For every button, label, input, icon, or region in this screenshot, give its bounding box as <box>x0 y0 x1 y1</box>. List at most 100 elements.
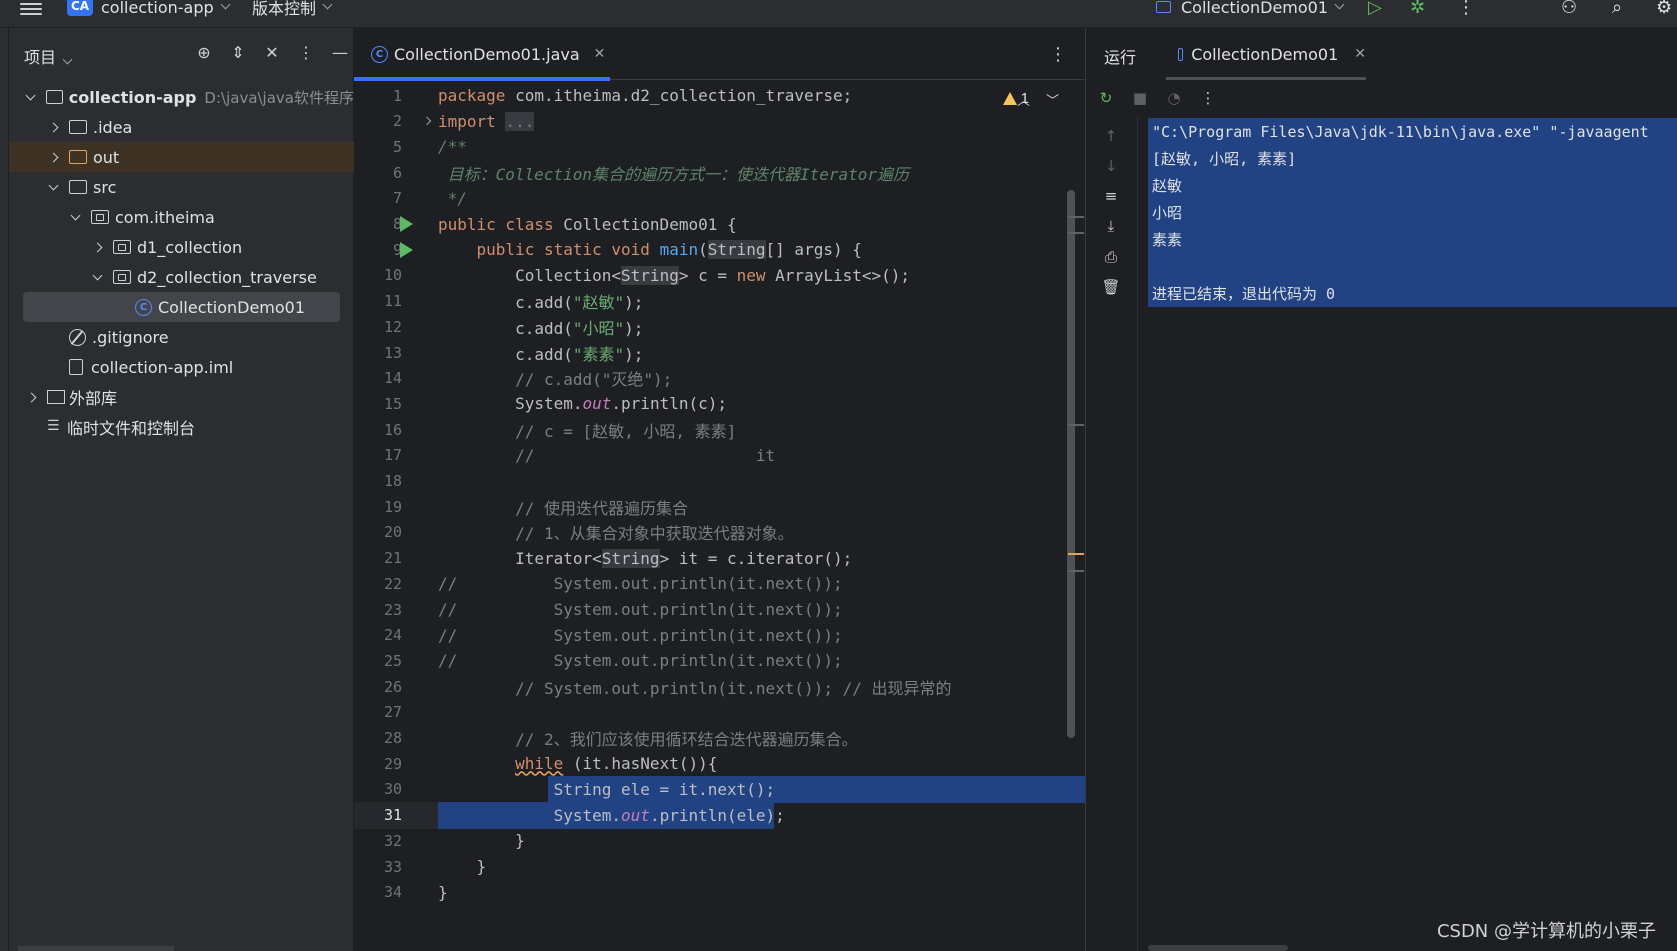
close-icon[interactable]: ✕ <box>594 46 606 62</box>
chevron-right-icon[interactable] <box>47 121 59 133</box>
package-icon <box>113 270 131 284</box>
fold-icon[interactable] <box>422 116 432 126</box>
close-icon[interactable]: ✕ <box>1354 46 1366 62</box>
code-line[interactable]: 20 // 1、从集合对象中获取迭代器对象。 <box>354 519 1085 546</box>
chevron-down-icon[interactable] <box>47 181 59 193</box>
chevron-down-icon[interactable] <box>91 271 103 283</box>
run-config-selector[interactable]: CollectionDemo01 <box>1156 0 1345 20</box>
chevron-down-icon[interactable] <box>69 211 81 223</box>
tree-item-label: CollectionDemo01 <box>158 297 306 317</box>
horizontal-scrollbar[interactable] <box>18 946 174 951</box>
collapse-all-icon[interactable]: ✕ <box>262 42 282 62</box>
code-line[interactable]: 11 c.add("赵敏"); <box>354 288 1085 315</box>
search-icon[interactable]: ⌕ <box>1612 0 1622 20</box>
tree-item[interactable]: .idea <box>9 112 354 142</box>
vcs-menu[interactable]: 版本控制 <box>252 0 333 20</box>
code-line[interactable]: 25 // System.out.println(it.next()); <box>354 647 1085 674</box>
code-line[interactable]: 17 // it <box>354 442 1085 469</box>
code-line[interactable]: 27 <box>354 699 1085 726</box>
project-switcher[interactable]: collection-app <box>101 0 231 20</box>
rerun-icon[interactable]: ↻ <box>1096 88 1116 108</box>
line-number: 21 <box>383 549 402 568</box>
chevron-down-icon[interactable] <box>25 91 36 103</box>
code-line[interactable]: 21 Iterator<String> it = c.iterator(); <box>354 545 1085 572</box>
code-line[interactable]: 15 System.out.println(c); <box>354 390 1085 417</box>
tree-item[interactable]: d1_collection <box>9 232 354 262</box>
scratches-icon: ☰ <box>47 418 60 434</box>
tree-item[interactable]: com.itheima <box>9 202 354 232</box>
tree-item[interactable]: d2_collection_traverse <box>9 262 354 292</box>
horizontal-scrollbar[interactable] <box>1148 945 1288 951</box>
code-line[interactable]: 31 System.out.println(ele); <box>354 802 1085 829</box>
soft-wrap-icon[interactable]: ≡ <box>1101 186 1121 206</box>
code-line[interactable]: 26 // System.out.println(it.next()); // … <box>354 673 1085 700</box>
code-line[interactable]: 10 Collection<String> c = new ArrayList<… <box>354 262 1085 289</box>
more-actions-icon[interactable]: ⋮ <box>1198 88 1218 108</box>
project-view-selector[interactable]: 项目 <box>24 44 73 68</box>
code-line[interactable]: 5 /** <box>354 133 1085 160</box>
trash-icon[interactable]: 🗑 <box>1101 277 1121 297</box>
code-line[interactable]: 28 // 2、我们应该使用循环结合迭代器遍历集合。 <box>354 725 1085 752</box>
line-number: 17 <box>383 446 402 465</box>
code-line[interactable]: 9 public static void main(String[] args)… <box>354 236 1085 263</box>
stop-icon[interactable]: ■ <box>1130 88 1150 108</box>
tree-item[interactable]: 外部库 <box>9 382 354 412</box>
code-line[interactable]: 2 import ... <box>354 108 1085 135</box>
hide-icon[interactable]: — <box>330 42 350 62</box>
main-menu-icon[interactable] <box>20 0 42 15</box>
chevron-right-icon[interactable] <box>47 151 59 163</box>
debug-icon[interactable]: ✲ <box>1410 0 1425 20</box>
code-line[interactable]: 32 } <box>354 827 1085 854</box>
console-output[interactable]: "C:\Program Files\Java\jdk-11\bin\java.e… <box>1148 118 1677 307</box>
code-text: // System.out.println(it.next()); <box>438 574 843 594</box>
arrow-up-icon[interactable]: ↑ <box>1101 126 1121 146</box>
code-line[interactable]: 14 // c.add("灭绝"); <box>354 365 1085 392</box>
code-text: System.out.println(ele); <box>438 805 785 825</box>
code-line[interactable]: 7 */ <box>354 185 1085 212</box>
run-gutter-icon[interactable] <box>400 241 413 258</box>
more-actions-icon[interactable]: ⋮ <box>1457 0 1475 20</box>
chevron-right-icon[interactable] <box>25 391 37 403</box>
print-icon[interactable]: ⎙ <box>1101 247 1121 267</box>
run-gutter-icon[interactable] <box>400 216 413 232</box>
project-badge[interactable]: CA <box>67 0 93 16</box>
code-line[interactable]: 29 while (it.hasNext()){ <box>354 750 1085 777</box>
chevron-right-icon[interactable] <box>91 241 103 253</box>
add-user-icon[interactable]: ⚇ <box>1561 0 1577 20</box>
locate-icon[interactable]: ⊕ <box>194 42 214 62</box>
code-line[interactable]: 1 package com.itheima.d2_collection_trave… <box>354 82 1085 109</box>
arrow-down-icon[interactable]: ↓ <box>1101 156 1121 176</box>
editor-tab-collectiondemo01[interactable]: C CollectionDemo01.java ✕ <box>354 28 610 81</box>
expand-all-icon[interactable]: ⇕ <box>228 42 248 62</box>
tree-item[interactable]: collection-app.iml <box>9 352 354 382</box>
code-line[interactable]: 6 目标：Collection集合的遍历方式一：使迭代器Iterator遍历 <box>354 159 1085 186</box>
tree-item[interactable]: src <box>9 172 354 202</box>
profiler-icon[interactable]: ◔ <box>1164 88 1184 108</box>
code-line[interactable]: 34} <box>354 879 1085 906</box>
code-line[interactable]: 23 // System.out.println(it.next()); <box>354 596 1085 623</box>
code-line[interactable]: 19 // 使用迭代器遍历集合 <box>354 493 1085 520</box>
run-tab-collectiondemo01[interactable]: CollectionDemo01 ✕ <box>1166 28 1366 80</box>
code-line[interactable]: 24 // System.out.println(it.next()); <box>354 622 1085 649</box>
code-line[interactable]: 16 // c = [赵敏, 小昭, 素素] <box>354 416 1085 443</box>
settings-icon[interactable]: ⚙ <box>1656 0 1672 20</box>
tree-item[interactable]: out <box>9 142 354 172</box>
code-line[interactable]: 30 String ele = it.next(); <box>354 776 1085 803</box>
more-tabs-icon[interactable]: ⋮ <box>1049 44 1067 65</box>
scroll-to-end-icon[interactable]: ⤓ <box>1101 216 1121 236</box>
code-line[interactable]: 13 c.add("素素"); <box>354 339 1085 366</box>
code-text: */ <box>438 188 467 208</box>
line-number: 14 <box>383 369 402 388</box>
run-icon[interactable]: ▷ <box>1368 0 1382 20</box>
code-line[interactable]: 33 } <box>354 853 1085 880</box>
code-line[interactable]: 22 // System.out.println(it.next()); <box>354 570 1085 597</box>
code-line[interactable]: 18 <box>354 468 1085 495</box>
tree-item[interactable]: .gitignore <box>9 322 354 352</box>
code-area[interactable]: 1 ︿﹀ 1 package com.itheima.d2_collection_… <box>354 80 1085 951</box>
options-icon[interactable]: ⋮ <box>296 42 316 62</box>
tree-item[interactable]: collection-app D:\java\java软件程序 <box>9 82 354 112</box>
code-line[interactable]: 12 c.add("小昭"); <box>354 313 1085 340</box>
tree-item[interactable]: ☰ 临时文件和控制台 <box>9 412 354 442</box>
code-line[interactable]: 8 public class CollectionDemo01 { <box>354 211 1085 238</box>
tree-item[interactable]: C CollectionDemo01 <box>23 292 340 322</box>
